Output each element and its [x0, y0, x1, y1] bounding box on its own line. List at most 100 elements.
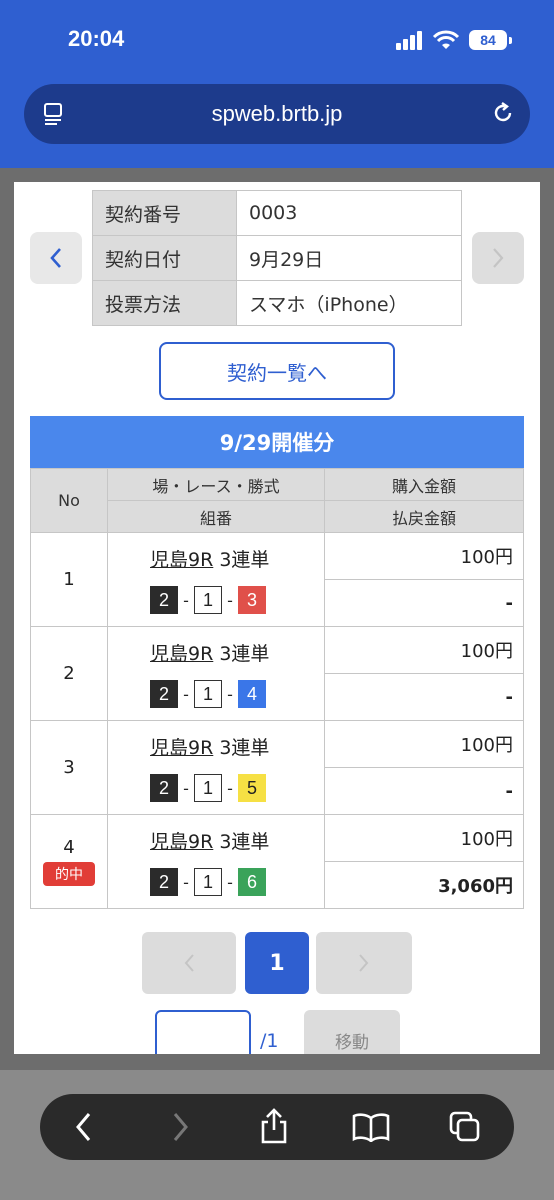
bet-no: 4	[63, 837, 75, 858]
vote-method-label: 投票方法	[92, 280, 237, 326]
share-icon[interactable]	[258, 1108, 290, 1144]
race-link[interactable]: 児島9R	[150, 549, 213, 571]
third-place-number: 5	[238, 774, 266, 802]
bet-type: 3連単	[219, 549, 270, 571]
address-bar[interactable]: spweb.brtb.jp	[24, 84, 530, 144]
contract-number-label: 契約番号	[92, 190, 237, 236]
third-place-number: 3	[238, 586, 266, 614]
race-link[interactable]: 児島9R	[150, 831, 213, 853]
bets-table: No 場・レース・勝式 購入金額 組番 払戻金額 1 児島9R 3連単 2-1-…	[30, 468, 524, 909]
hit-badge: 的中	[43, 862, 95, 886]
page-total: /1	[260, 1030, 279, 1052]
first-place-number: 2	[150, 774, 178, 802]
header-payout: 払戻金額	[324, 500, 524, 533]
page-number-input[interactable]	[155, 1010, 251, 1054]
purchase-amount: 100円	[324, 720, 524, 768]
go-button[interactable]: 移動	[304, 1010, 400, 1054]
header-combo: 組番	[107, 500, 325, 533]
bet-no: 2	[63, 663, 75, 684]
race-line: 児島9R 3連単	[150, 545, 324, 572]
cellular-signal-icon	[396, 31, 422, 50]
bet-type: 3連単	[219, 737, 270, 759]
race-link[interactable]: 児島9R	[150, 643, 213, 665]
pager-page-1[interactable]: 1	[245, 932, 309, 994]
combination: 2-1-4	[150, 680, 324, 708]
purchase-amount: 100円	[324, 814, 524, 862]
table-row: 1 児島9R 3連単 2-1-3 100円	[30, 532, 524, 627]
race-link[interactable]: 児島9R	[150, 737, 213, 759]
clock: 20:04	[68, 26, 125, 51]
contract-date-label: 契約日付	[92, 235, 237, 281]
bottom-area	[0, 1070, 554, 1200]
chevron-left-icon	[50, 248, 61, 268]
purchase-amount: 100円	[324, 626, 524, 674]
combination: 2-1-3	[150, 586, 324, 614]
chevron-right-icon	[493, 248, 504, 268]
next-contract-button[interactable]	[472, 232, 524, 284]
first-place-number: 2	[150, 586, 178, 614]
pager-prev-button[interactable]	[142, 932, 236, 994]
browser-toolbar	[40, 1094, 514, 1160]
first-place-number: 2	[150, 680, 178, 708]
race-line: 児島9R 3連単	[150, 733, 324, 760]
second-place-number: 1	[194, 586, 222, 614]
combination: 2-1-5	[150, 774, 324, 802]
bookmarks-icon[interactable]	[352, 1112, 390, 1142]
header-row: No 場・レース・勝式 購入金額	[30, 468, 524, 533]
table-row: 2 児島9R 3連単 2-1-4 100円	[30, 626, 524, 721]
bet-combo-cell: 児島9R 3連単 2-1-4	[107, 626, 325, 721]
bet-no: 1	[63, 569, 75, 590]
reload-icon[interactable]	[490, 100, 516, 126]
race-line: 児島9R 3連単	[150, 827, 324, 854]
bet-type: 3連単	[219, 831, 270, 853]
wifi-icon	[432, 30, 460, 49]
vote-method-row: 投票方法 スマホ（iPhone）	[92, 280, 462, 326]
header-race: 場・レース・勝式	[107, 468, 325, 501]
contract-number-value: 0003	[236, 190, 462, 236]
forward-icon[interactable]	[168, 1110, 192, 1144]
chevron-right-icon	[359, 954, 369, 972]
contract-detail-modal: 契約番号 0003 契約日付 9月29日 投票方法 スマホ（iPhone） 契約…	[14, 182, 540, 1054]
pager-next-button[interactable]	[316, 932, 412, 994]
payout-amount: -	[324, 673, 524, 721]
bet-no-cell: 2	[30, 626, 108, 721]
bet-no-cell: 4 的中	[30, 814, 108, 909]
bet-combo-cell: 児島9R 3連単 2-1-6	[107, 814, 325, 909]
table-row: 4 的中 児島9R 3連単 2-1-6 100円	[30, 814, 524, 909]
race-line: 児島9R 3連単	[150, 639, 324, 666]
purchase-amount: 100円	[324, 532, 524, 580]
first-place-number: 2	[150, 868, 178, 896]
contract-date-row: 契約日付 9月29日	[92, 235, 462, 281]
bet-type: 3連単	[219, 643, 270, 665]
bet-combo-cell: 児島9R 3連単 2-1-5	[107, 720, 325, 815]
battery-indicator: 84	[469, 30, 512, 50]
combination: 2-1-6	[150, 868, 324, 896]
bet-no-cell: 1	[30, 532, 108, 627]
tabs-icon[interactable]	[448, 1110, 482, 1144]
contract-list-button[interactable]: 契約一覧へ	[159, 342, 395, 400]
vote-method-value: スマホ（iPhone）	[236, 280, 462, 326]
chevron-left-icon	[184, 954, 194, 972]
bet-combo-cell: 児島9R 3連単 2-1-3	[107, 532, 325, 627]
table-row: 3 児島9R 3連単 2-1-5 100円	[30, 720, 524, 815]
back-icon[interactable]	[72, 1110, 96, 1144]
section-title: 9/29開催分	[30, 416, 524, 468]
payout-amount: 3,060円	[324, 861, 524, 909]
second-place-number: 1	[194, 774, 222, 802]
status-bar: 20:04 84	[0, 0, 554, 80]
third-place-number: 4	[238, 680, 266, 708]
prev-contract-button[interactable]	[30, 232, 82, 284]
second-place-number: 1	[194, 680, 222, 708]
third-place-number: 6	[238, 868, 266, 896]
bet-no-cell: 3	[30, 720, 108, 815]
payout-amount: -	[324, 579, 524, 627]
header-purchase: 購入金額	[324, 468, 524, 501]
second-place-number: 1	[194, 868, 222, 896]
url-text[interactable]: spweb.brtb.jp	[24, 101, 530, 127]
bet-no: 3	[63, 757, 75, 778]
payout-amount: -	[324, 767, 524, 815]
contract-date-value: 9月29日	[236, 235, 462, 281]
contract-info-table: 契約番号 0003 契約日付 9月29日 投票方法 スマホ（iPhone）	[92, 190, 462, 326]
header-no: No	[30, 468, 108, 533]
contract-number-row: 契約番号 0003	[92, 190, 462, 236]
